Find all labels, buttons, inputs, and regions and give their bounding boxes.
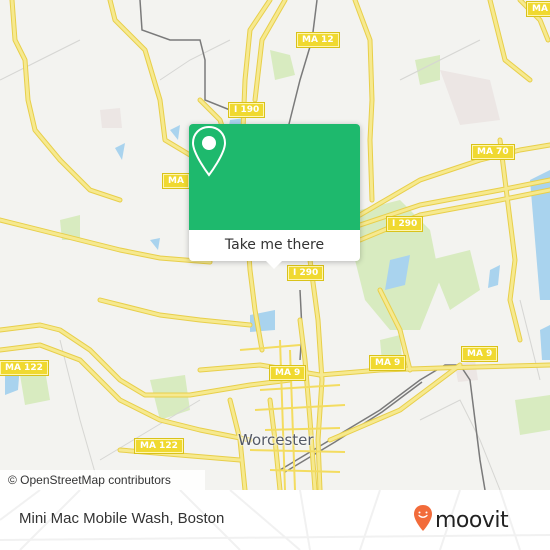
route-shield-ma-topright: MA <box>526 1 550 17</box>
moovit-pin-icon <box>413 504 433 536</box>
place-name: Mini Mac Mobile Wash, Boston <box>19 510 225 527</box>
route-shield-ma12: MA 12 <box>296 32 340 48</box>
destination-popup: Take me there <box>189 124 360 269</box>
moovit-logo[interactable]: moovit <box>413 502 509 538</box>
route-shield-ma122-center: MA 122 <box>134 438 184 454</box>
map-attribution[interactable]: © OpenStreetMap contributors <box>0 470 205 490</box>
route-shield-ma9-center: MA 9 <box>368 355 407 371</box>
map-view[interactable]: MA 12 I 190 MA MA 70 I 290 I 290 MA 9 MA… <box>0 0 550 490</box>
popup-header <box>189 124 360 230</box>
footer-bar: Mini Mac Mobile Wash, Boston moovit <box>0 490 550 550</box>
city-label-worcester: Worcester <box>238 431 314 449</box>
route-shield-i290-center: I 290 <box>286 265 325 281</box>
route-shield-i190: I 190 <box>227 102 266 118</box>
take-me-there-button[interactable]: Take me there <box>189 230 360 261</box>
route-shield-i290-east: I 290 <box>385 216 424 232</box>
moovit-wordmark: moovit <box>435 507 509 533</box>
route-shield-ma9-east: MA 9 <box>460 346 499 362</box>
route-shield-ma9-west: MA 9 <box>268 365 307 381</box>
route-shield-ma122-west: MA 122 <box>0 360 49 376</box>
route-shield-ma70: MA 70 <box>471 144 515 160</box>
popup-tail <box>266 261 282 269</box>
route-shield-ma: MA <box>162 173 190 189</box>
